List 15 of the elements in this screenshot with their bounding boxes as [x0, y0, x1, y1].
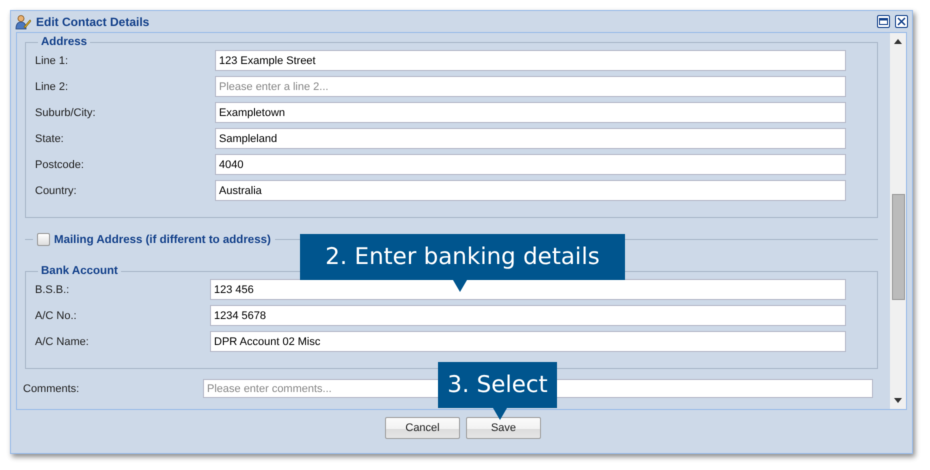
- field-label: Comments:: [23, 382, 80, 394]
- window-title: Edit Contact Details: [36, 14, 150, 28]
- group-title: Address: [40, 36, 88, 48]
- field-label: A/C Name:: [35, 336, 90, 348]
- field-label: Suburb/City:: [35, 106, 97, 118]
- group-title: Bank Account: [40, 265, 119, 277]
- field-label: Line 2:: [35, 80, 70, 92]
- field-label: Line 1:: [35, 54, 70, 66]
- field-label: A/C No.:: [35, 310, 78, 322]
- field-label: Country:: [35, 184, 78, 196]
- callout-tooltip: 3. Select: [438, 362, 557, 420]
- field-label: Postcode:: [35, 158, 85, 170]
- field-label: State:: [35, 132, 65, 144]
- field-label: B.S.B.:: [35, 284, 70, 296]
- callout-tooltip: 2. Enter banking details: [300, 234, 625, 292]
